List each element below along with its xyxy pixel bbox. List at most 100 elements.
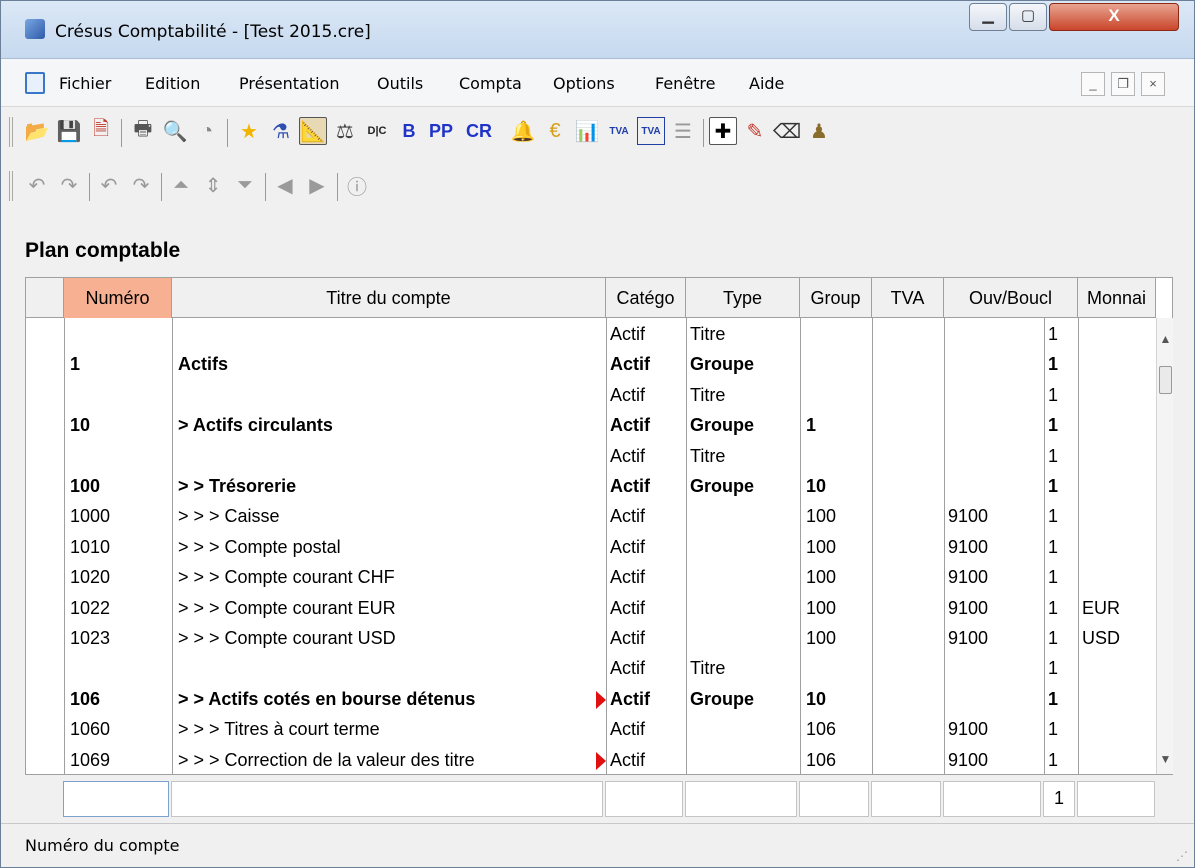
toolbar-grip[interactable]	[9, 117, 13, 147]
minimize-button[interactable]: ▁	[969, 3, 1007, 31]
profit-loss-button[interactable]: PP	[427, 117, 455, 145]
table-row[interactable]: 1010 > > > Compte postal Actif 100 9100 1	[26, 533, 1156, 563]
scroll-up-icon[interactable]: ▲	[1157, 332, 1174, 350]
vertical-scrollbar[interactable]: ▲ ▼	[1156, 318, 1173, 774]
table-row[interactable]: 1020 > > > Compte courant CHF Actif 100 9100…	[26, 563, 1156, 593]
undo-icon[interactable]: ↶	[23, 171, 51, 199]
clock-icon[interactable]: ◔	[193, 117, 221, 145]
table-row[interactable]: Actif Titre 1	[26, 320, 1156, 350]
scroll-thumb[interactable]	[1159, 366, 1172, 394]
menu-presentation[interactable]: Présentation	[239, 74, 339, 93]
cell-titre: > > > Correction de la valeur des titre	[178, 749, 475, 770]
title-bar[interactable]: Crésus Comptabilité - [Test 2015.cre] ▁ …	[1, 1, 1194, 59]
header-groupe[interactable]: Group	[800, 278, 872, 318]
table-row[interactable]: 1 Actifs Actif Groupe 1	[26, 350, 1156, 380]
pencil-icon[interactable]: ✎	[741, 117, 769, 145]
tva-table-icon[interactable]: TVA	[605, 117, 633, 145]
balance-sheet-button[interactable]: B	[395, 117, 423, 145]
header-categorie[interactable]: Catégo	[606, 278, 686, 318]
cell-ouv-boucl: 9100	[948, 536, 989, 557]
balance-scale-icon[interactable]: ⚖	[331, 117, 359, 145]
type-input[interactable]	[685, 781, 797, 817]
chart-icon[interactable]: 📊	[573, 117, 601, 145]
header-type[interactable]: Type	[686, 278, 800, 318]
header-ouv-boucl[interactable]: Ouv/Boucl	[944, 278, 1078, 318]
info-icon[interactable]: ⓘ	[343, 171, 371, 199]
table-row[interactable]: 1023 > > > Compte courant USD Actif 100 9100…	[26, 624, 1156, 654]
eraser-icon[interactable]: ⌫	[773, 117, 801, 145]
monnaie-input[interactable]	[1077, 781, 1155, 817]
table-row[interactable]: 1060 > > > Titres à court terme Actif 106 91…	[26, 715, 1156, 745]
header-monnaie[interactable]: Monnai	[1078, 278, 1156, 318]
ruler-tool-icon[interactable]: 📐	[299, 117, 327, 145]
numero-input[interactable]	[63, 781, 169, 817]
star-icon[interactable]: ★	[235, 117, 263, 145]
table-row[interactable]: 1022 > > > Compte courant EUR Actif 100 9100…	[26, 594, 1156, 624]
list-icon[interactable]: ☰	[669, 117, 697, 145]
maximize-button[interactable]: ▢	[1009, 3, 1047, 31]
header-numero[interactable]: Numéro	[64, 278, 172, 318]
resize-grip-icon[interactable]: ⋰	[1176, 849, 1188, 863]
menu-aide[interactable]: Aide	[749, 74, 784, 93]
ouv-boucl-input[interactable]	[943, 781, 1041, 817]
titre-input[interactable]	[171, 781, 603, 817]
redo-all-icon[interactable]: ↷	[127, 171, 155, 199]
cell-categorie: Actif	[610, 658, 646, 679]
groupe-input[interactable]	[799, 781, 869, 817]
move-middle-icon[interactable]: ⇕	[199, 171, 227, 199]
save-as-icon[interactable]: 🗎	[87, 117, 115, 145]
row-selector-header[interactable]	[26, 278, 64, 318]
menu-fenetre[interactable]: Fenêtre	[655, 74, 716, 93]
print-icon[interactable]: 🖶	[129, 117, 157, 145]
save-icon[interactable]: 💾	[55, 117, 83, 145]
categorie-input[interactable]	[605, 781, 683, 817]
table-row[interactable]: 106 > > Actifs cotés en bourse détenus Act…	[26, 685, 1156, 715]
app-icon[interactable]	[25, 19, 45, 39]
table-row[interactable]: Actif Titre 1	[26, 442, 1156, 472]
add-icon[interactable]: ✚	[709, 117, 737, 145]
cell-type: Titre	[690, 384, 726, 405]
table-row[interactable]: Actif Titre 1	[26, 654, 1156, 684]
table-row[interactable]: 1000 > > > Caisse Actif 100 9100 1	[26, 502, 1156, 532]
table-row[interactable]: Actif Titre 1	[26, 381, 1156, 411]
magic-icon[interactable]: ⚗	[267, 117, 295, 145]
cell-flag: 1	[1048, 476, 1059, 496]
toolbar-grip-2[interactable]	[9, 171, 13, 201]
document-icon[interactable]	[25, 72, 45, 94]
cell-categorie: Actif	[610, 445, 646, 466]
move-down-icon[interactable]: ⏷	[231, 171, 259, 199]
redo-icon[interactable]: ↷	[55, 171, 83, 199]
cr-button[interactable]: CR	[465, 117, 493, 145]
undo-all-icon[interactable]: ↶	[95, 171, 123, 199]
tva-report-icon[interactable]: TVA	[637, 117, 665, 145]
cell-ouv-boucl: 9100	[948, 506, 989, 527]
table-row[interactable]: 100 > > Trésorerie Actif Groupe 10 1	[26, 472, 1156, 502]
menu-edition[interactable]: Edition	[145, 74, 200, 93]
debit-credit-icon[interactable]: D|C	[363, 117, 391, 145]
open-folder-icon[interactable]: 📂	[23, 117, 51, 145]
previous-icon[interactable]: ◀	[271, 171, 299, 199]
move-up-icon[interactable]: ⏶	[167, 171, 195, 199]
euro-icon[interactable]: €	[541, 117, 569, 145]
menu-outils[interactable]: Outils	[377, 74, 423, 93]
scroll-down-icon[interactable]: ▼	[1157, 752, 1174, 770]
mdi-close-button[interactable]: ×	[1141, 72, 1165, 96]
menu-options[interactable]: Options	[553, 74, 615, 93]
flag-input[interactable]: 1	[1043, 781, 1075, 817]
table-row[interactable]: 1069 > > > Correction de la valeur des ti…	[26, 746, 1156, 776]
menu-compta[interactable]: Compta	[459, 74, 522, 93]
cell-categorie: Actif	[610, 567, 646, 588]
stamp-icon[interactable]: ♟	[805, 117, 833, 145]
header-tva[interactable]: TVA	[872, 278, 944, 318]
table-row[interactable]: 10 > Actifs circulants Actif Groupe 1 1	[26, 411, 1156, 441]
print-preview-icon[interactable]: 🔍	[161, 117, 189, 145]
mdi-restore-button[interactable]: ❐	[1111, 72, 1135, 96]
bell-icon[interactable]: 🔔	[509, 117, 537, 145]
close-button[interactable]: X	[1049, 3, 1179, 31]
menu-fichier[interactable]: Fichier	[59, 74, 111, 93]
status-text: Numéro du compte	[25, 836, 180, 855]
tva-input[interactable]	[871, 781, 941, 817]
next-icon[interactable]: ▶	[303, 171, 331, 199]
mdi-minimize-button[interactable]: _	[1081, 72, 1105, 96]
header-titre[interactable]: Titre du compte	[172, 278, 606, 318]
